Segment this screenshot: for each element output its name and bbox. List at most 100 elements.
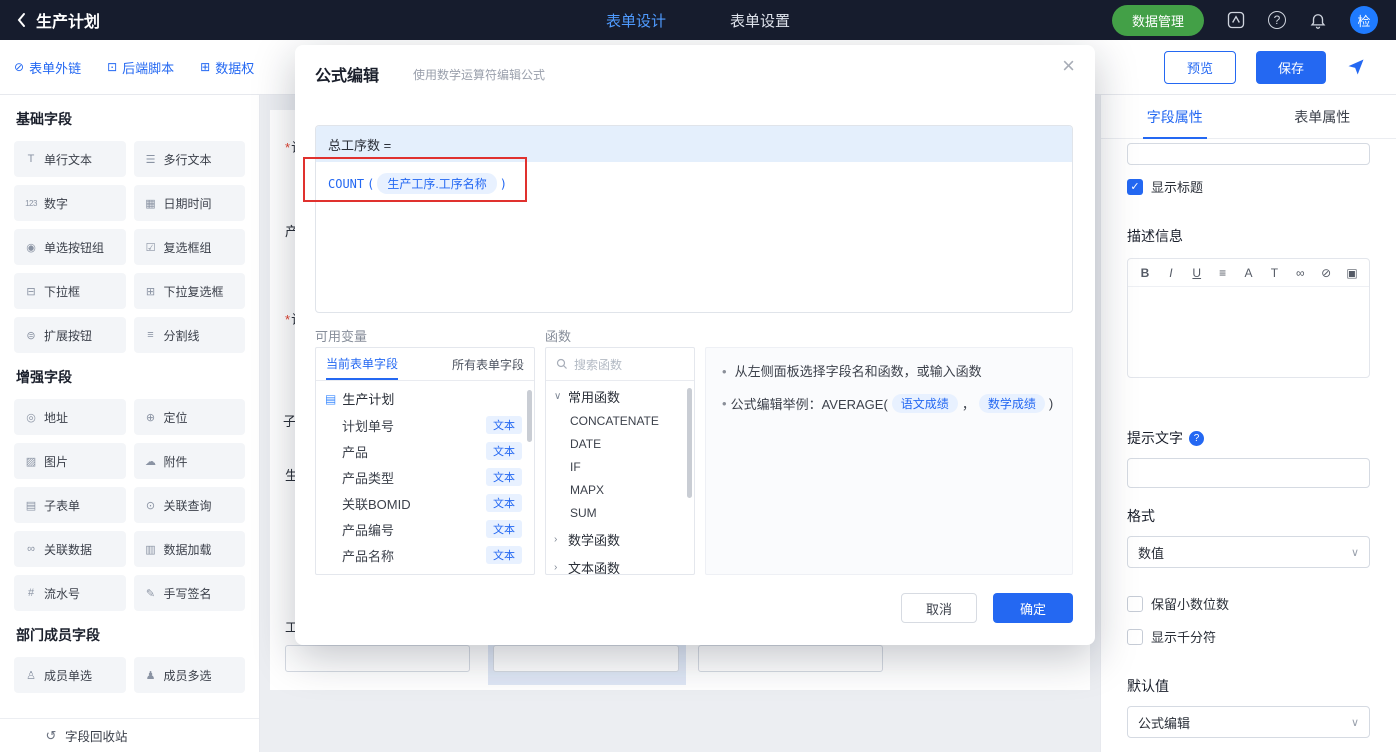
font-color-icon[interactable]: A — [1242, 266, 1256, 280]
thousand-separator-checkbox[interactable]: 显示千分符 — [1127, 627, 1370, 646]
field-related-data[interactable]: ∞ 关联数据 — [14, 531, 126, 567]
underline-icon[interactable]: U — [1190, 266, 1204, 280]
scrollbar[interactable] — [527, 390, 532, 442]
field-label: 数字 — [44, 196, 69, 211]
help-icon[interactable]: ? — [1268, 11, 1286, 29]
field-divider[interactable]: ≡ 分割线 — [133, 317, 245, 353]
tab-form-design[interactable]: 表单设计 — [606, 10, 666, 31]
notification-bell-icon[interactable] — [1308, 10, 1328, 30]
format-select[interactable]: 数值 ∨ — [1127, 536, 1370, 568]
field-address[interactable]: ◎ 地址 — [14, 399, 126, 435]
hint-text-input[interactable] — [1127, 458, 1370, 488]
field-number[interactable]: 123 数字 — [14, 185, 126, 221]
formula-input-area[interactable]: COUNT( 生产工序.工序名称 ) — [316, 162, 1072, 312]
sub-form-icon: ▤ — [25, 499, 37, 512]
preview-button[interactable]: 预览 — [1163, 50, 1236, 84]
checkbox-unchecked-icon[interactable] — [1127, 628, 1143, 645]
selected-field-wrapper[interactable] — [488, 641, 686, 685]
field-extend-button[interactable]: ⊜ 扩展按钮 — [14, 317, 126, 353]
tab-form-properties[interactable]: 表单属性 — [1249, 95, 1396, 138]
function-item-mapx[interactable]: MAPX — [546, 478, 694, 501]
search-placeholder: 搜索函数 — [574, 357, 623, 372]
canvas-input[interactable] — [698, 645, 883, 672]
tab-all-form-fields[interactable]: 所有表单字段 — [452, 348, 524, 380]
publish-icon[interactable] — [1346, 57, 1366, 77]
example-pill-chinese-score: 语文成绩 — [891, 394, 958, 413]
insert-image-icon[interactable]: ▣ — [1345, 266, 1359, 280]
field-image[interactable]: ▨ 图片 — [14, 443, 126, 479]
function-item-if[interactable]: IF — [546, 455, 694, 478]
field-serial-number[interactable]: # 流水号 — [14, 575, 126, 611]
field-title-input[interactable] — [1127, 143, 1370, 165]
function-item-date[interactable]: DATE — [546, 432, 694, 455]
field-recycle-bin[interactable]: ↺ 字段回收站 — [0, 718, 259, 752]
checkbox-checked-icon[interactable]: ✓ — [1127, 178, 1143, 195]
checkbox-unchecked-icon[interactable] — [1127, 595, 1143, 612]
field-member-multi[interactable]: ♟ 成员多选 — [133, 657, 245, 693]
tree-root-production-plan[interactable]: ▤ 生产计划 — [316, 385, 534, 412]
variable-item[interactable]: 产品类型 文本 — [316, 464, 534, 490]
field-related-query[interactable]: ⊙ 关联查询 — [133, 487, 245, 523]
function-item-concatenate[interactable]: CONCATENATE — [546, 409, 694, 432]
data-manage-button[interactable]: 数据管理 — [1111, 4, 1204, 36]
field-checkbox-group[interactable]: ☑ 复选框组 — [133, 229, 245, 265]
unlink-icon[interactable]: ⊘ — [1319, 266, 1333, 280]
variable-item[interactable]: 关联BOMID 文本 — [316, 490, 534, 516]
field-multi-select[interactable]: ⊞ 下拉复选框 — [133, 273, 245, 309]
variable-item[interactable]: 计划单号 文本 — [316, 412, 534, 438]
back-icon[interactable] — [16, 12, 26, 28]
tab-field-properties[interactable]: 字段属性 — [1101, 95, 1249, 138]
field-location[interactable]: ⊕ 定位 — [133, 399, 245, 435]
field-sub-form[interactable]: ▤ 子表单 — [14, 487, 126, 523]
field-label: 扩展按钮 — [44, 328, 93, 343]
description-editor[interactable]: B I U ≡ A T ∞ ⊘ ▣ — [1127, 258, 1370, 378]
bold-icon[interactable]: B — [1138, 266, 1152, 280]
italic-icon[interactable]: I — [1164, 266, 1178, 280]
address-icon: ◎ — [26, 411, 36, 424]
backend-script-link[interactable]: ⊡ 后端脚本 — [107, 58, 174, 77]
variable-item[interactable]: 产品名称 文本 — [316, 542, 534, 568]
keep-decimal-checkbox[interactable]: 保留小数位数 — [1127, 594, 1370, 613]
field-date-time[interactable]: ▦ 日期时间 — [133, 185, 245, 221]
function-item-sum[interactable]: SUM — [546, 501, 694, 524]
app-switch-icon[interactable] — [1226, 10, 1246, 30]
variable-name: 产品 — [342, 444, 369, 460]
variable-item[interactable]: 产品编号 文本 — [316, 516, 534, 542]
canvas-input[interactable] — [493, 645, 679, 672]
cancel-button[interactable]: 取消 — [901, 593, 977, 623]
field-multi-line-text[interactable]: ☰ 多行文本 — [133, 141, 245, 177]
show-title-checkbox[interactable]: ✓ 显示标题 — [1127, 177, 1370, 196]
scrollbar[interactable] — [687, 388, 692, 498]
field-data-load[interactable]: ▥ 数据加载 — [133, 531, 245, 567]
formula-variable-pill[interactable]: 生产工序.工序名称 — [377, 173, 497, 194]
field-select[interactable]: ⊟ 下拉框 — [14, 273, 126, 309]
chevron-expanded-icon: ∨ — [554, 391, 562, 402]
hint-help-icon[interactable]: ? — [1189, 430, 1204, 446]
data-permission-link[interactable]: ⊞ 数据权 — [200, 58, 254, 77]
function-group-text[interactable]: › 文本函数 — [546, 555, 694, 574]
confirm-button[interactable]: 确定 — [993, 593, 1073, 623]
field-member-single[interactable]: ♙ 成员单选 — [14, 657, 126, 693]
canvas-input[interactable] — [285, 645, 470, 672]
field-radio-group[interactable]: ◉ 单选按钮组 — [14, 229, 126, 265]
form-external-link[interactable]: ⊘ 表单外链 — [14, 58, 81, 77]
align-icon[interactable]: ≡ — [1216, 266, 1230, 280]
function-group-common[interactable]: ∨ 常用函数 — [546, 384, 694, 409]
link-icon[interactable]: ∞ — [1293, 266, 1307, 280]
variable-item[interactable]: 产品 文本 — [316, 438, 534, 464]
description-editor-body[interactable] — [1128, 287, 1369, 377]
function-group-math[interactable]: › 数学函数 — [546, 527, 694, 552]
field-label: 成员多选 — [163, 668, 212, 683]
save-button[interactable]: 保存 — [1255, 50, 1326, 84]
field-single-line-text[interactable]: T 单行文本 — [14, 141, 126, 177]
tab-form-settings[interactable]: 表单设置 — [730, 10, 790, 31]
close-icon[interactable]: × — [1062, 55, 1075, 77]
field-signature[interactable]: ✎ 手写签名 — [133, 575, 245, 611]
section-title-basic-fields: 基础字段 — [16, 111, 72, 127]
font-size-icon[interactable]: T — [1267, 266, 1281, 280]
default-value-select[interactable]: 公式编辑 ∨ — [1127, 706, 1370, 738]
field-attachment[interactable]: ☁ 附件 — [133, 443, 245, 479]
function-search-input[interactable]: 搜索函数 — [546, 348, 694, 381]
avatar[interactable]: 检 — [1350, 6, 1378, 34]
tab-current-form-fields[interactable]: 当前表单字段 — [326, 348, 399, 380]
